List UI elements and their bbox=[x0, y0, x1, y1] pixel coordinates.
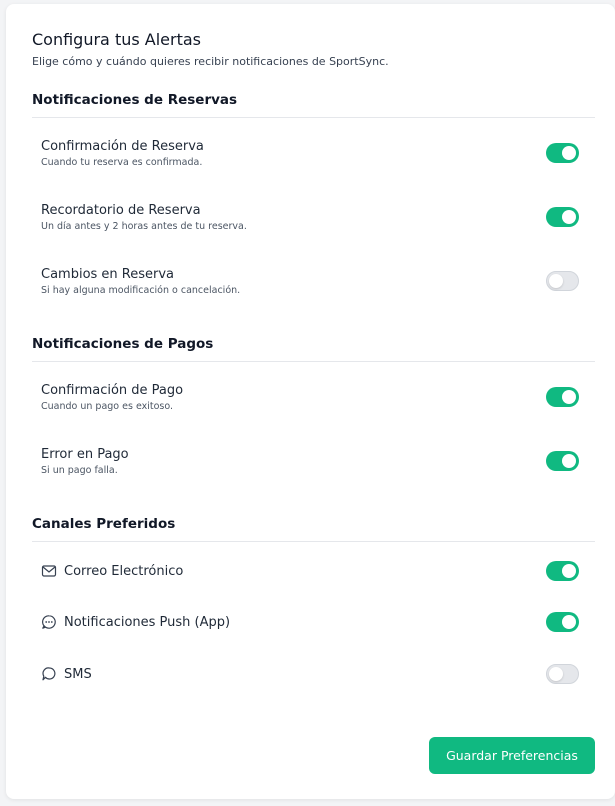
toggle-knob bbox=[549, 667, 563, 681]
toggle-correo[interactable] bbox=[546, 561, 579, 581]
toggle-confirmacion-pago[interactable] bbox=[546, 387, 579, 407]
toggle-knob bbox=[562, 615, 576, 629]
toggle-knob bbox=[562, 454, 576, 468]
channel-correo: Correo Electrónico bbox=[41, 562, 183, 580]
channel-label: Notificaciones Push (App) bbox=[64, 614, 231, 630]
section-title-reservas: Notificaciones de Reservas bbox=[32, 92, 238, 108]
chat-bubble-dots-icon bbox=[41, 614, 57, 630]
toggle-push[interactable] bbox=[546, 612, 579, 632]
setting-label-cambios-reserva: Cambios en Reserva bbox=[41, 267, 175, 282]
page-subtitle: Elige cómo y cuándo quieres recibir noti… bbox=[32, 55, 389, 68]
mail-icon bbox=[41, 563, 57, 579]
message-bubble-icon bbox=[41, 666, 57, 682]
channel-push: Notificaciones Push (App) bbox=[41, 613, 230, 631]
channel-label: Correo Electrónico bbox=[64, 563, 184, 579]
setting-label-error-pago: Error en Pago bbox=[41, 447, 129, 462]
toggle-knob bbox=[562, 146, 576, 160]
save-preferences-button[interactable]: Guardar Preferencias bbox=[429, 737, 595, 774]
alerts-settings-card: Configura tus Alertas Elige cómo y cuánd… bbox=[6, 4, 615, 799]
channel-label: SMS bbox=[64, 666, 92, 682]
toggle-knob bbox=[562, 564, 576, 578]
divider bbox=[32, 361, 595, 362]
toggle-knob bbox=[549, 274, 563, 288]
section-title-canales: Canales Preferidos bbox=[32, 516, 176, 532]
setting-description: Cuando un pago es exitoso. bbox=[41, 401, 174, 412]
toggle-knob bbox=[562, 210, 576, 224]
toggle-knob bbox=[562, 390, 576, 404]
setting-description: Si un pago falla. bbox=[41, 465, 118, 476]
section-title-pagos: Notificaciones de Pagos bbox=[32, 336, 214, 352]
toggle-sms[interactable] bbox=[546, 664, 579, 684]
setting-description: Si hay alguna modificación o cancelación… bbox=[41, 285, 241, 296]
setting-label-recordatorio-reserva: Recordatorio de Reserva bbox=[41, 203, 201, 218]
divider bbox=[32, 117, 595, 118]
setting-description: Cuando tu reserva es confirmada. bbox=[41, 157, 203, 168]
divider bbox=[32, 541, 595, 542]
toggle-cambios-reserva[interactable] bbox=[546, 271, 579, 291]
toggle-error-pago[interactable] bbox=[546, 451, 579, 471]
setting-label-confirmacion-reserva: Confirmación de Reserva bbox=[41, 139, 204, 154]
toggle-confirmacion-reserva[interactable] bbox=[546, 143, 579, 163]
toggle-recordatorio-reserva[interactable] bbox=[546, 207, 579, 227]
setting-label-confirmacion-pago: Confirmación de Pago bbox=[41, 383, 184, 398]
page-title: Configura tus Alertas bbox=[32, 30, 202, 49]
channel-sms: SMS bbox=[41, 665, 92, 683]
setting-description: Un día antes y 2 horas antes de tu reser… bbox=[41, 221, 247, 232]
